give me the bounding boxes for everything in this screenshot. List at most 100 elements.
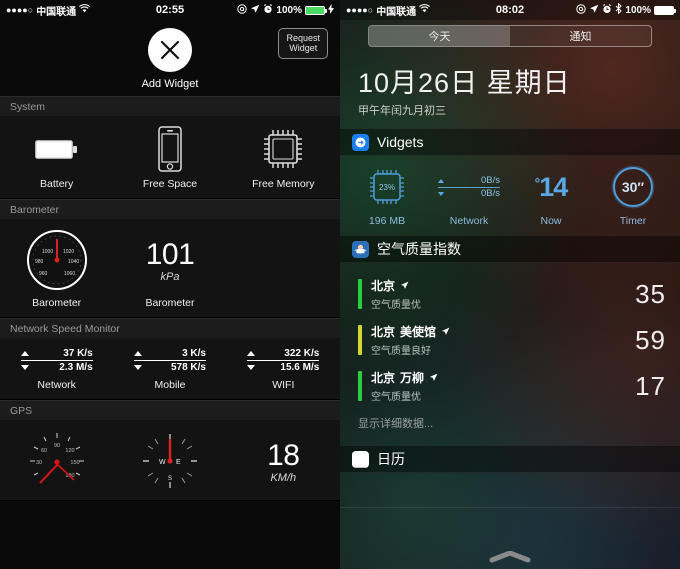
svg-text:1060: 1060 bbox=[64, 271, 75, 277]
temperature-degree-symbol: ° bbox=[534, 174, 541, 191]
widget-option-label: Mobile bbox=[154, 379, 186, 391]
aqi-row[interactable]: 北京 万柳 空气质量优 17 bbox=[340, 363, 680, 409]
widget-option-network[interactable]: 37 K/s 2.3 M/s Network bbox=[0, 338, 113, 399]
carrier-label: 中国联通 bbox=[36, 6, 77, 18]
svg-text:E: E bbox=[176, 459, 181, 466]
tab-today[interactable]: 今天 bbox=[369, 26, 510, 46]
location-arrow-icon bbox=[441, 327, 450, 335]
widget-option-barometer-gauge[interactable]: 1000 1020 980 1040 960 1060 Barometer bbox=[0, 219, 113, 317]
add-widget-button[interactable] bbox=[148, 28, 192, 72]
aqi-desc: 空气质量优 bbox=[371, 392, 421, 403]
battery-status-icon-left bbox=[305, 5, 327, 15]
group-header-aqi[interactable]: 空气质量指数 bbox=[340, 235, 680, 263]
aqi-value: 35 bbox=[635, 278, 666, 309]
location-arrow-icon bbox=[400, 281, 409, 289]
upload-arrow-icon bbox=[20, 351, 29, 356]
svg-text:30: 30 bbox=[36, 460, 42, 466]
vidget-network-down: 0B/s bbox=[480, 188, 500, 199]
wifi-icon bbox=[79, 4, 91, 16]
vidget-timer-label: Timer bbox=[619, 215, 647, 227]
aqi-row[interactable]: 北京 美使馆 空气质量良好 59 bbox=[340, 317, 680, 363]
group-header-vidgets[interactable]: Vidgets bbox=[340, 128, 680, 156]
widget-option-wifi[interactable]: 322 K/s 15.6 M/s WIFI bbox=[227, 338, 340, 399]
widget-option-free-memory[interactable]: Free Memory bbox=[227, 116, 340, 198]
battery-percent-right: 100% bbox=[625, 4, 651, 16]
svg-text:980: 980 bbox=[35, 259, 44, 265]
vidget-network-label: Network bbox=[449, 215, 489, 227]
svg-text:150: 150 bbox=[70, 460, 79, 466]
notification-center-tabs: 今天 通知 bbox=[340, 20, 680, 53]
status-right-group: 100% bbox=[237, 3, 334, 17]
speed-unit: KM/h bbox=[270, 471, 297, 484]
widget-option-free-space[interactable]: Free Space bbox=[113, 116, 226, 198]
upload-arrow-icon bbox=[247, 351, 256, 356]
compass-icon: W E S bbox=[139, 430, 201, 492]
svg-text:1040: 1040 bbox=[68, 259, 79, 265]
group-title-calendar: 日历 bbox=[377, 451, 405, 467]
speed-value: 18 bbox=[267, 438, 300, 472]
network-down-value: 2.3 M/s bbox=[59, 362, 93, 373]
aqi-desc: 空气质量优 bbox=[371, 300, 421, 311]
barometer-unit: kPa bbox=[160, 270, 180, 283]
svg-text:1000: 1000 bbox=[42, 249, 53, 255]
aqi-city-line: 北京 万柳 bbox=[371, 369, 438, 386]
widget-option-battery[interactable]: Battery bbox=[0, 116, 113, 198]
aqi-level-bar bbox=[358, 371, 362, 401]
download-arrow-icon bbox=[133, 365, 142, 370]
do-not-disturb-icon bbox=[237, 3, 248, 17]
svg-text:960: 960 bbox=[39, 271, 48, 277]
barometer-value: 101 bbox=[145, 237, 195, 271]
notification-center-grabber[interactable] bbox=[340, 551, 680, 563]
aqi-city-line: 北京 美使馆 bbox=[371, 323, 450, 340]
svg-text:60: 60 bbox=[41, 448, 47, 454]
status-left-group: ●●●●○ 中国联通 bbox=[6, 3, 91, 18]
widget-option-speedometer[interactable]: 90 60 120 30 150 180 bbox=[0, 420, 113, 500]
grabber-handle-icon bbox=[489, 551, 531, 563]
vidget-temperature[interactable]: °14 Now bbox=[510, 166, 592, 228]
aqi-show-details-link[interactable]: 显示详细数据... bbox=[340, 409, 680, 441]
vidget-memory[interactable]: 23% 196 MB bbox=[346, 166, 428, 227]
vidget-timer[interactable]: 30″ Timer bbox=[592, 166, 674, 227]
network-up-value: 37 K/s bbox=[63, 348, 93, 359]
aqi-value: 17 bbox=[635, 370, 666, 401]
request-widget-button[interactable]: Request Widget bbox=[278, 28, 328, 59]
svg-text:1020: 1020 bbox=[63, 249, 74, 255]
tab-notifications[interactable]: 通知 bbox=[510, 26, 651, 46]
content-divider bbox=[340, 507, 680, 508]
aqi-city-name: 北京 bbox=[371, 279, 396, 293]
download-arrow-icon bbox=[247, 365, 256, 370]
svg-text:23%: 23% bbox=[379, 183, 395, 192]
group-header-calendar[interactable]: 日历 bbox=[340, 445, 680, 473]
vidget-network[interactable]: 0B/s 0B/s Network bbox=[428, 166, 510, 227]
aqi-station-name: 美使馆 bbox=[400, 325, 437, 339]
memory-chip-icon bbox=[260, 126, 306, 172]
section-row-network: 37 K/s 2.3 M/s Network 3 K/s 578 K/s Mob… bbox=[0, 338, 340, 400]
barometer-gauge-icon: 1000 1020 980 1040 960 1060 bbox=[26, 229, 88, 291]
aqi-level-bar bbox=[358, 279, 362, 309]
battery-icon bbox=[34, 126, 79, 172]
aqi-row[interactable]: 北京 空气质量优 35 bbox=[340, 271, 680, 317]
date-header: 10月26日 星期日 甲午年闰九月初三 bbox=[340, 53, 680, 128]
calendar-content-area bbox=[340, 473, 680, 507]
alarm-clock-icon bbox=[602, 3, 612, 17]
vidget-memory-label: 196 MB bbox=[368, 215, 406, 227]
status-bar-right: ●●●●○ 中国联通 08:02 100% bbox=[340, 0, 680, 20]
widget-option-label: Free Space bbox=[142, 178, 198, 190]
widget-option-mobile[interactable]: 3 K/s 578 K/s Mobile bbox=[113, 338, 226, 399]
section-header-network-speed: Network Speed Monitor bbox=[0, 318, 340, 338]
widget-option-compass[interactable]: W E S bbox=[113, 420, 226, 500]
date-lunar: 甲午年闰九月初三 bbox=[358, 105, 446, 117]
battery-percent-left: 100% bbox=[276, 4, 302, 16]
left-screen-widget-picker: ●●●●○ 中国联通 02:55 100% Add Widget Request… bbox=[0, 0, 340, 569]
aqi-city-name: 北京 bbox=[371, 325, 396, 339]
aqi-city-name: 北京 bbox=[371, 371, 396, 385]
section-row-system: Battery Free Space Free Memory bbox=[0, 116, 340, 199]
widget-option-label: Barometer bbox=[32, 297, 82, 309]
mobile-up-value: 3 K/s bbox=[182, 348, 206, 359]
widget-option-spacer bbox=[227, 219, 340, 317]
signal-dots: ●●●●○ bbox=[346, 5, 374, 15]
svg-text:90: 90 bbox=[54, 443, 60, 449]
widget-option-barometer-value[interactable]: 101 kPa Barometer bbox=[113, 219, 226, 317]
location-arrow-icon bbox=[589, 4, 599, 17]
widget-option-speed-value[interactable]: 18 KM/h bbox=[227, 420, 340, 500]
